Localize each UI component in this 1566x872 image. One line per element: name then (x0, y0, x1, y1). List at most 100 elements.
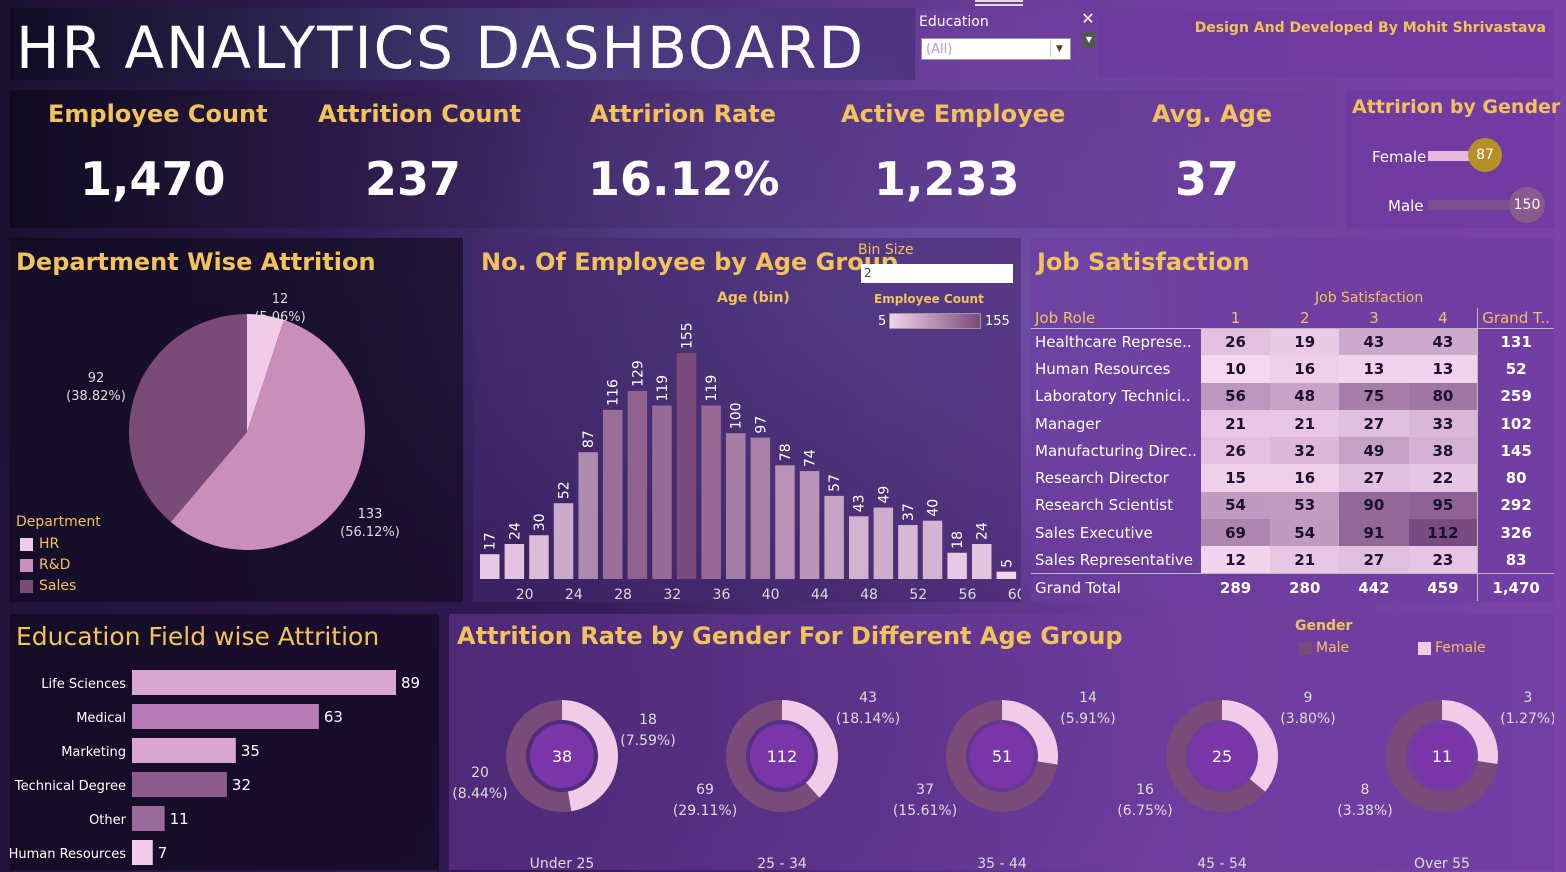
age-bar-label: 129 (630, 360, 646, 387)
heat-cell[interactable]: 21 (1270, 546, 1340, 574)
heat-cell[interactable]: 53 (1270, 491, 1340, 520)
age-bar[interactable] (652, 405, 672, 579)
heat-cell[interactable]: 112 (1408, 519, 1478, 547)
donut-total-label: 112 (767, 747, 798, 766)
heat-cell[interactable]: 48 (1270, 382, 1340, 410)
heat-cell[interactable]: 21 (1270, 409, 1340, 438)
heat-cell[interactable]: 32 (1270, 437, 1340, 465)
age-bar[interactable] (504, 544, 525, 579)
heat-cell[interactable]: 26 (1200, 437, 1271, 465)
heat-cell[interactable]: 80 (1408, 382, 1478, 410)
age-bar[interactable] (578, 452, 598, 579)
age-bar[interactable] (775, 465, 795, 579)
education-bar[interactable] (132, 738, 236, 763)
donut-male-count: 16 (1136, 782, 1154, 798)
heat-cell[interactable]: 54 (1200, 491, 1271, 520)
age-bar[interactable] (849, 516, 869, 579)
age-bar[interactable] (824, 495, 844, 579)
heat-cell[interactable]: 75 (1339, 382, 1409, 410)
table-row[interactable]: Manager 21 21 27 33 102 (1031, 409, 1554, 438)
dropdown-arrow-icon[interactable]: ▼ (1082, 32, 1096, 48)
age-bar[interactable] (873, 507, 894, 579)
legend-swatch-sales (20, 579, 33, 593)
chevron-down-icon[interactable]: ▼ (1050, 41, 1068, 57)
pie-label-rd-pct: (56.12%) (340, 525, 400, 540)
age-bar[interactable] (603, 409, 623, 579)
education-bar[interactable] (132, 806, 165, 831)
age-bar[interactable] (996, 571, 1017, 579)
age-bar[interactable] (726, 433, 746, 579)
heat-cell[interactable]: 13 (1408, 355, 1478, 383)
table-row[interactable]: Healthcare Represe.. 26 19 43 43 131 (1031, 328, 1554, 356)
table-row[interactable]: Manufacturing Direc.. 26 32 49 38 145 (1031, 437, 1554, 465)
job-satisfaction-title: Job Satisfaction (1037, 248, 1250, 276)
heat-cell[interactable]: 91 (1339, 519, 1409, 547)
heat-cell[interactable]: 95 (1408, 491, 1478, 520)
age-bar[interactable] (898, 525, 918, 579)
age-bar[interactable] (480, 554, 500, 579)
heat-cell[interactable]: 54 (1270, 519, 1340, 547)
kpi-label-employee-count: Employee Count (48, 100, 268, 128)
heat-cell[interactable]: 43 (1408, 328, 1478, 356)
heat-cell[interactable]: 23 (1408, 546, 1478, 574)
age-bar[interactable] (972, 544, 992, 579)
heat-cell[interactable]: 69 (1200, 519, 1271, 547)
education-bar[interactable] (132, 840, 153, 865)
age-bar[interactable] (627, 390, 648, 579)
grand-total-cell: 80 (1477, 464, 1554, 492)
pie-label-sales-count: 92 (88, 371, 105, 386)
table-row[interactable]: Human Resources 10 16 13 13 52 (1031, 355, 1554, 383)
heat-cell[interactable]: 27 (1339, 464, 1409, 492)
heat-cell[interactable]: 16 (1270, 464, 1340, 492)
department-legend-rd[interactable]: R&D (20, 557, 70, 573)
education-filter-select[interactable]: (All) ▼ (921, 38, 1071, 60)
education-category-label: Technical Degree (14, 779, 126, 794)
age-tick-label: 40 (762, 587, 780, 602)
header-col-2: 2 (1270, 308, 1340, 329)
age-bar[interactable] (750, 437, 771, 579)
age-tick-label: 56 (959, 587, 977, 602)
age-bar[interactable] (553, 503, 574, 579)
table-row[interactable]: Research Scientist 54 53 90 95 292 (1031, 491, 1554, 520)
heat-cell[interactable]: 90 (1339, 491, 1409, 520)
department-legend-sales[interactable]: Sales (20, 578, 76, 594)
age-bar[interactable] (799, 471, 820, 579)
top-handle[interactable] (975, 0, 1023, 6)
heat-cell[interactable]: 26 (1200, 328, 1271, 356)
department-legend-hr[interactable]: HR (20, 536, 59, 552)
age-bar[interactable] (947, 552, 967, 579)
table-row[interactable]: Laboratory Technici.. 56 48 75 80 259 (1031, 382, 1554, 410)
kpi-value-employee-count: 1,470 (80, 152, 226, 206)
heat-cell[interactable]: 33 (1408, 409, 1478, 438)
gender-age-donut-chart: 3818(7.59%)20(8.44%)Under 2511243(18.14%… (452, 690, 1554, 870)
close-icon[interactable]: ✕ (1080, 10, 1096, 28)
heat-cell[interactable]: 43 (1339, 328, 1409, 356)
heat-cell[interactable]: 21 (1200, 409, 1271, 438)
heat-cell[interactable]: 38 (1408, 437, 1478, 465)
heat-cell[interactable]: 10 (1200, 355, 1271, 383)
age-bar[interactable] (676, 353, 697, 579)
education-bar[interactable] (132, 704, 319, 729)
kpi-label-attrition-rate: Attririon Rate (590, 100, 776, 128)
heat-cell[interactable]: 12 (1200, 546, 1271, 574)
grand-total-cell: 102 (1477, 409, 1554, 438)
age-bar[interactable] (529, 535, 549, 579)
heat-cell[interactable]: 19 (1270, 328, 1340, 356)
table-row[interactable]: Research Director 15 16 27 22 80 (1031, 464, 1554, 492)
heat-cell[interactable]: 27 (1339, 409, 1409, 438)
job-role-cell: Research Director (1035, 469, 1169, 488)
heat-cell[interactable]: 16 (1270, 355, 1340, 383)
heat-cell[interactable]: 13 (1339, 355, 1409, 383)
age-bar[interactable] (922, 520, 943, 579)
education-bar[interactable] (132, 772, 227, 797)
heat-cell[interactable]: 56 (1200, 382, 1271, 410)
table-row[interactable]: Sales Representative 12 21 27 23 83 (1031, 546, 1554, 574)
heat-cell[interactable]: 22 (1408, 464, 1478, 492)
education-bar[interactable] (132, 670, 396, 695)
heat-cell[interactable]: 27 (1339, 546, 1409, 574)
table-row[interactable]: Sales Executive 69 54 91 112 326 (1031, 519, 1554, 547)
age-bar[interactable] (701, 405, 721, 579)
heat-cell[interactable]: 49 (1339, 437, 1409, 465)
education-field-bar-chart: Life Sciences 89 Medical 63 Marketing 35 Techn… (10, 670, 420, 865)
heat-cell[interactable]: 15 (1200, 464, 1271, 492)
